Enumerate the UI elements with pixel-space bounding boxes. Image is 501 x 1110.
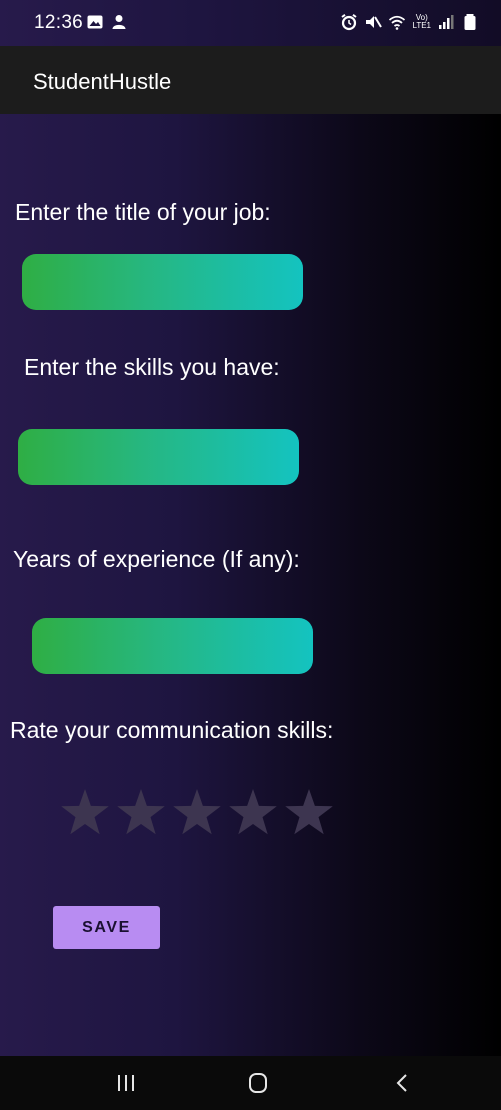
status-bar: 12:36 Vo) LTE1 (0, 0, 501, 46)
status-right-icons: Vo) LTE1 (340, 13, 479, 31)
recent-apps-icon[interactable] (111, 1069, 141, 1097)
mute-icon (366, 16, 383, 28)
communication-rating-bar[interactable] (58, 786, 336, 840)
skills-input[interactable] (18, 429, 299, 485)
save-button[interactable]: SAVE (53, 906, 160, 949)
alarm-icon (341, 13, 358, 31)
gallery-icon (87, 15, 103, 29)
signal-icon (439, 15, 454, 29)
experience-input[interactable] (32, 618, 313, 674)
rating-star-icon[interactable] (170, 786, 224, 840)
rating-star-icon[interactable] (58, 786, 112, 840)
home-icon[interactable] (243, 1069, 273, 1097)
rating-star-icon[interactable] (114, 786, 168, 840)
app-bar: StudentHustle (0, 46, 501, 114)
battery-icon (464, 14, 476, 30)
job-title-label: Enter the title of your job: (15, 199, 271, 225)
experience-label: Years of experience (If any): (13, 546, 300, 572)
rating-star-icon[interactable] (226, 786, 280, 840)
screen: 12:36 Vo) LTE1 StudentHustle Enter the t… (0, 0, 501, 1110)
app-title: StudentHustle (33, 69, 172, 94)
back-icon[interactable] (388, 1069, 418, 1097)
wifi-icon (389, 15, 406, 30)
notification-person-icon (112, 15, 126, 29)
rating-star-icon[interactable] (282, 786, 336, 840)
skills-label: Enter the skills you have: (24, 354, 280, 380)
volte-lte-icon: Vo) LTE1 (412, 13, 431, 30)
status-time: 12:36 (34, 12, 84, 33)
rating-label: Rate your communication skills: (10, 717, 334, 743)
status-left-icons (86, 13, 128, 31)
job-title-input[interactable] (22, 254, 303, 310)
navigation-bar (0, 1056, 501, 1110)
